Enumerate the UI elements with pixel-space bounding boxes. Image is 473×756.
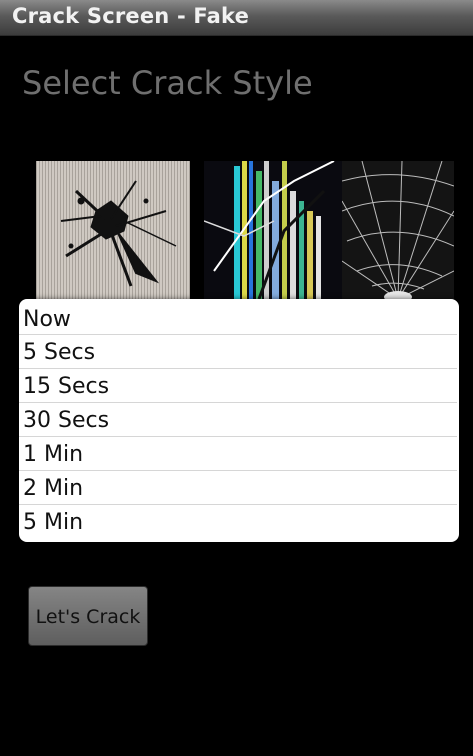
cracked-screen-thumbnail-web-icon [342, 161, 454, 299]
delay-option[interactable]: Now [19, 299, 457, 335]
delay-option[interactable]: 5 Min [19, 505, 457, 538]
lets-crack-button[interactable]: Let's Crack [28, 586, 148, 646]
crack-style-thumbnail-web[interactable] [342, 161, 454, 299]
crack-style-thumbnail-splatter[interactable] [36, 161, 190, 299]
delay-option[interactable]: 5 Secs [19, 335, 457, 369]
cracked-screen-thumbnail-colorful-lines-icon [204, 161, 342, 299]
delay-option[interactable]: 15 Secs [19, 369, 457, 403]
page-heading: Select Crack Style [22, 64, 313, 102]
cracked-screen-thumbnail-splatter-icon [36, 161, 190, 299]
delay-option[interactable]: 1 Min [19, 437, 457, 471]
app-title: Crack Screen - Fake [12, 4, 250, 28]
delay-dropdown-list: Now 5 Secs 15 Secs 30 Secs 1 Min 2 Min 5… [19, 299, 459, 542]
crack-style-gallery [36, 161, 456, 299]
delay-option[interactable]: 2 Min [19, 471, 457, 505]
delay-option[interactable]: 30 Secs [19, 403, 457, 437]
crack-style-thumbnail-colorful-lines[interactable] [204, 161, 342, 299]
title-bar: Crack Screen - Fake [0, 0, 473, 36]
